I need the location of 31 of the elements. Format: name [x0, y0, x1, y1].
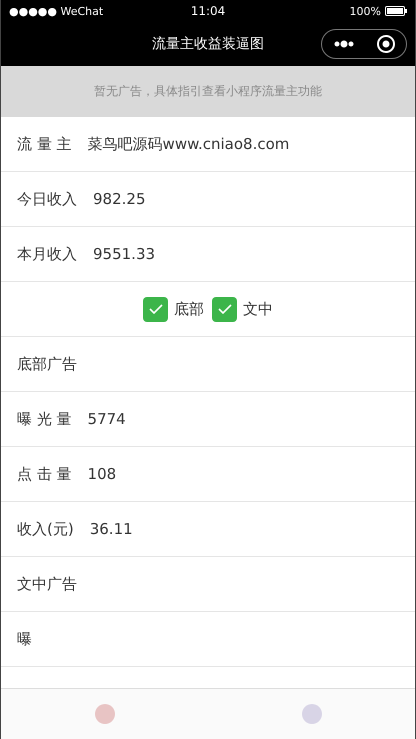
checkbox-label: 文中: [243, 300, 273, 318]
field-label: 曝: [17, 630, 32, 648]
tab-icon[interactable]: [300, 702, 324, 726]
check-icon: [148, 304, 162, 314]
checkbox[interactable]: [143, 296, 168, 322]
close-icon[interactable]: [376, 34, 396, 54]
field-value: 36.11: [90, 520, 133, 538]
field-label: 收入(元): [17, 520, 74, 538]
carrier-label: ●●●●● WeChat: [9, 4, 104, 18]
field-label: 点 击 量: [17, 464, 72, 484]
field-label: 本月收入: [17, 244, 77, 264]
section-title: 文中广告: [17, 574, 77, 594]
field-label: 曝 光 量: [17, 410, 72, 428]
page-title: 流量主收益装逼图: [152, 35, 264, 53]
field-value: 菜鸟吧源码www.cniao8.com: [88, 134, 290, 154]
field-value: 9551.33: [93, 245, 156, 263]
check-icon: [218, 304, 232, 314]
tab-icon[interactable]: [92, 702, 116, 726]
field-value: 982.25: [93, 190, 146, 208]
field-value: 5774: [88, 410, 126, 428]
section-title: 底部广告: [17, 354, 77, 374]
field-label: 流 量 主: [17, 134, 72, 154]
more-icon[interactable]: [332, 40, 354, 48]
clock: 11:04: [190, 4, 226, 18]
field-value: 108: [88, 465, 116, 483]
checkbox[interactable]: [212, 296, 237, 322]
checkbox-label: 底部: [174, 300, 204, 318]
battery-level: 100%: [350, 4, 381, 18]
battery-icon: [385, 6, 407, 16]
ad-notice: 暂无广告，具体指引查看小程序流量主功能: [94, 83, 322, 100]
field-label: 今日收入: [17, 190, 77, 208]
